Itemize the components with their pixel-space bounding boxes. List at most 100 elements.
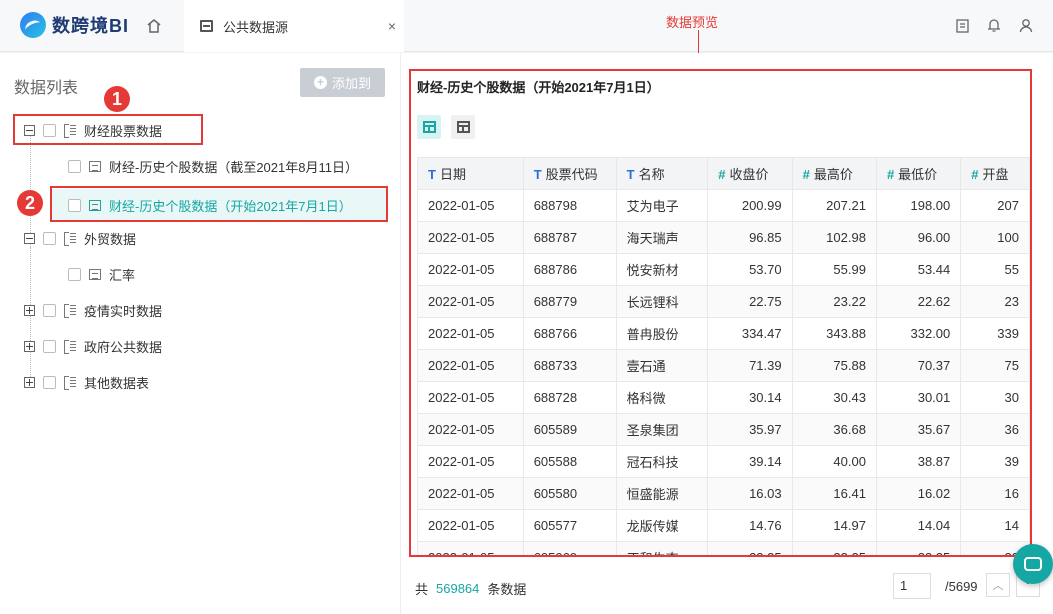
table-row[interactable]: 2022-01-05 688779 长远锂科 22.75 23.22 22.62 23: [417, 285, 1030, 318]
table-cell: 688798: [522, 189, 617, 222]
user-icon[interactable]: [1019, 17, 1033, 33]
table-cell: 2022-01-05: [417, 349, 524, 382]
table-row[interactable]: 2022-01-05 605577 龙版传媒 14.76 14.97 14.04 14: [417, 509, 1030, 542]
table-row[interactable]: 2022-01-05 605580 恒盛能源 16.03 16.41 16.02 16: [417, 477, 1030, 510]
checkbox[interactable]: [43, 375, 56, 389]
text-type-icon: T: [626, 167, 635, 182]
preview-table: T 日期 T 股票代码 T 名称 # 收盘价 # 最高价 # 最低价 # 开盘 2022-01…: [417, 157, 1030, 555]
table-row[interactable]: 2022-01-05 688733 壹石通 71.39 75.88 70.37 75: [417, 349, 1030, 382]
table-cell: 2022-01-05: [417, 285, 524, 318]
table-cell: 36: [960, 413, 1030, 446]
table-cell: 102.98: [791, 221, 877, 254]
column-header[interactable]: T 名称: [615, 157, 709, 190]
table-cell: 339: [960, 317, 1030, 350]
tree-item-epidemic[interactable]: 疫情实时数据: [24, 298, 162, 322]
table-row[interactable]: 2022-01-05 605588 冠石科技 39.14 40.00 38.87 39: [417, 445, 1030, 478]
table-cell: 格科微: [615, 381, 709, 414]
tree-item-history-until[interactable]: 财经-历史个股数据（截至2021年8月11日）: [68, 154, 358, 178]
table-row[interactable]: 2022-01-05 605589 圣泉集团 35.97 36.68 35.67 36: [417, 413, 1030, 446]
checkbox[interactable]: [43, 339, 56, 353]
table-cell: 龙版传媒: [615, 509, 709, 542]
detail-view-button[interactable]: [451, 115, 475, 139]
bell-icon[interactable]: [987, 17, 1001, 33]
table-cell: 23.22: [791, 285, 877, 318]
number-type-icon: #: [718, 167, 726, 182]
table-cell: 14.04: [875, 509, 962, 542]
tab-public-datasource[interactable]: 公共数据源 ×: [184, 0, 404, 52]
table-cell: 艾为电子: [615, 189, 709, 222]
tree-item-exchange-rate[interactable]: 汇率: [68, 262, 135, 286]
folder-icon: [64, 376, 76, 390]
table-cell: 53.70: [707, 253, 793, 286]
checkbox[interactable]: [43, 303, 56, 317]
annotation-badge-2: 2: [17, 190, 43, 216]
table-cell: 2022-01-05: [417, 477, 524, 510]
checkbox[interactable]: [68, 159, 81, 173]
chevron-up-icon: ︿: [992, 580, 1004, 592]
add-to-button[interactable]: + 添加到: [300, 68, 385, 97]
number-type-icon: #: [886, 167, 895, 182]
table-cell: 35.67: [875, 413, 962, 446]
table-cell: 16: [960, 477, 1030, 510]
tree-item-other[interactable]: 其他数据表: [24, 370, 149, 394]
table-cell: 96.85: [707, 221, 793, 254]
table-row[interactable]: 2022-01-05 688786 悦安新材 53.70 55.99 53.44 55: [417, 253, 1030, 286]
app-logo[interactable]: 数跨境BI: [20, 12, 129, 38]
checkbox[interactable]: [43, 231, 56, 245]
text-type-icon: T: [428, 167, 436, 182]
table-cell: 688733: [522, 349, 617, 382]
collapse-icon[interactable]: [24, 232, 35, 244]
preview-title: 财经-历史个股数据（开始2021年7月1日）: [417, 80, 660, 95]
table-cell: 23: [960, 285, 1030, 318]
record-count: 共 569864 条数据: [415, 581, 527, 597]
table-cell: 普冉股份: [615, 317, 709, 350]
table-cell: 75.88: [791, 349, 877, 382]
annotation-box-2: [50, 186, 388, 222]
checkbox[interactable]: [68, 267, 81, 281]
table-row[interactable]: 2022-01-05 688728 格科微 30.14 30.43 30.01 30: [417, 381, 1030, 414]
data-list-panel: 数据列表 + 添加到 财经股票数据 财经-历史个股数据（截至2021年8月11日…: [0, 53, 400, 614]
brand-name: 数跨境BI: [52, 16, 129, 36]
table-cell: 14.76: [707, 509, 793, 542]
table-cell: 长远锂科: [615, 285, 709, 318]
clipboard-icon[interactable]: [955, 17, 969, 33]
tree-item-government[interactable]: 政府公共数据: [24, 334, 162, 358]
table-cell: 悦安新材: [615, 253, 709, 286]
expand-icon[interactable]: [24, 376, 35, 388]
table-cell: 14.97: [791, 509, 877, 542]
column-header[interactable]: # 最高价: [791, 157, 877, 190]
column-header[interactable]: T 股票代码: [522, 157, 617, 190]
table-row[interactable]: 2022-01-05 688787 海天瑞声 96.85 102.98 96.00 100: [417, 221, 1030, 254]
table-cell: 688779: [522, 285, 617, 318]
tree-item-label: 外贸数据: [84, 231, 137, 247]
table-row[interactable]: 2022-01-05 688798 艾为电子 200.99 207.21 198.00 20…: [417, 189, 1030, 222]
tree-item-label: 汇率: [109, 267, 136, 283]
close-icon[interactable]: ×: [388, 18, 396, 34]
page-number-input[interactable]: 1: [893, 573, 931, 599]
table-row[interactable]: 2022-01-05605069正和生态23.2523.2523.2523: [417, 541, 1030, 555]
table-icon: [89, 268, 101, 280]
table-cell: 2022-01-05: [417, 381, 524, 414]
table-view-button[interactable]: [417, 115, 441, 139]
folder-icon: [64, 340, 76, 354]
table-row[interactable]: 2022-01-05 688766 普冉股份 334.47 343.88 332.00 33…: [417, 317, 1030, 350]
annotation-box-1: [13, 114, 203, 145]
column-header[interactable]: # 开盘: [960, 157, 1030, 190]
table-cell: 605580: [522, 477, 617, 510]
expand-icon[interactable]: [24, 340, 35, 352]
plus-icon: +: [313, 76, 327, 89]
table-cell: 605589: [522, 413, 617, 446]
column-header[interactable]: # 收盘价: [707, 157, 793, 190]
chat-support-button[interactable]: [1013, 544, 1053, 584]
table-cell: 正和生态: [615, 541, 709, 555]
tree-item-foreign-trade[interactable]: 外贸数据: [24, 226, 136, 250]
record-count-value: 569864: [436, 581, 480, 596]
table-cell: 38.87: [875, 445, 962, 478]
table-cell: 22.75: [707, 285, 793, 318]
table-cell: 16.02: [875, 477, 962, 510]
home-tab[interactable]: [132, 0, 176, 52]
column-header[interactable]: # 最低价: [875, 157, 962, 190]
expand-icon[interactable]: [24, 304, 35, 316]
prev-page-button[interactable]: ︿: [986, 573, 1010, 597]
column-header[interactable]: T 日期: [417, 157, 524, 190]
